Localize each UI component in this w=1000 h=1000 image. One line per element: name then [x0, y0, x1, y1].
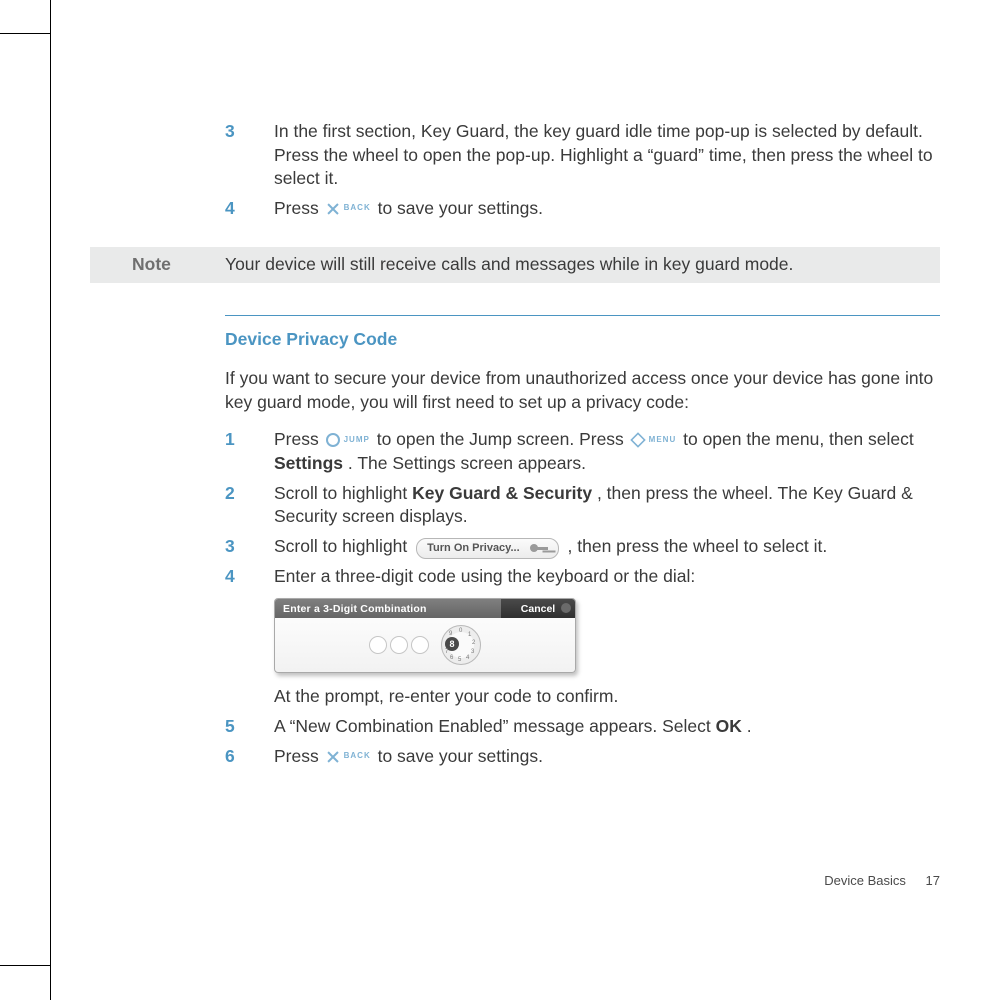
key-guard-security-bold: Key Guard & Security	[412, 483, 592, 503]
code-slot	[390, 636, 408, 654]
step-4-top: 4 Press BACK to save your settings.	[274, 197, 940, 221]
footer-section: Device Basics	[824, 873, 906, 888]
key-icon	[530, 543, 548, 553]
step-text: At the prompt, re-enter your code to con…	[274, 686, 618, 706]
step-1: 1 Press JUMP to open the Jump screen. Pr…	[274, 428, 940, 475]
step-text: A “New Combination Enabled” message appe…	[274, 716, 716, 736]
step-2: 2 Scroll to highlight Key Guard & Securi…	[274, 482, 940, 529]
dialog-title-bar: Enter a 3-Digit Combination Cancel	[275, 599, 575, 618]
step-text: Scroll to highlight	[274, 536, 412, 556]
dial-tick: 7	[445, 648, 448, 656]
back-label: BACK	[344, 751, 371, 762]
step-4: 4 Enter a three-digit code using the key…	[274, 565, 940, 589]
combination-dial: 8 0 1 2 3 4 5 6 7 9	[441, 625, 481, 665]
crop-mark-top	[0, 33, 50, 34]
step-text: .	[747, 716, 752, 736]
code-slot	[369, 636, 387, 654]
menu-label: MENU	[649, 435, 677, 446]
dial-tick: 4	[466, 654, 469, 662]
circle-icon	[326, 433, 340, 447]
settings-bold: Settings	[274, 453, 343, 473]
back-button-icon: BACK	[326, 202, 371, 216]
step-number: 4	[225, 197, 235, 221]
dial-tick: 1	[468, 631, 471, 639]
step-5: 5 A “New Combination Enabled” message ap…	[274, 715, 940, 739]
step-number: 3	[225, 535, 235, 559]
x-icon	[326, 202, 340, 216]
jump-label: JUMP	[344, 435, 370, 446]
section-intro: If you want to secure your device from u…	[225, 367, 940, 414]
combination-dialog: Enter a 3-Digit Combination Cancel 8 0 1…	[274, 598, 576, 673]
step-text: , then press the wheel to select it.	[568, 536, 828, 556]
step-6: 6 Press BACK to save your settings.	[274, 745, 940, 769]
step-number: 1	[225, 428, 235, 452]
diamond-icon	[630, 433, 645, 448]
back-label: BACK	[344, 203, 371, 214]
step-text: Scroll to highlight	[274, 483, 412, 503]
step-text: Enter a three-digit code using the keybo…	[274, 566, 695, 586]
step-text: In the first section, Key Guard, the key…	[274, 121, 933, 188]
page-footer: Device Basics 17	[824, 872, 940, 890]
dial-tick: 3	[471, 648, 474, 656]
code-slot	[411, 636, 429, 654]
dialog-title: Enter a 3-Digit Combination	[275, 599, 501, 618]
step-text: Press	[274, 429, 324, 449]
jump-button-icon: JUMP	[326, 433, 370, 447]
note-text: Your device will still receive calls and…	[225, 253, 940, 277]
back-button-icon: BACK	[326, 750, 371, 764]
step-text: . The Settings screen appears.	[348, 453, 586, 473]
x-icon	[326, 750, 340, 764]
dialog-cancel: Cancel	[501, 599, 575, 618]
crop-mark-bottom	[0, 965, 50, 966]
step-number: 3	[225, 120, 235, 144]
dial-tick: 5	[458, 656, 461, 664]
step-3: 3 Scroll to highlight Turn On Privacy...…	[274, 535, 940, 559]
turn-on-privacy-chip: Turn On Privacy...	[416, 538, 559, 559]
dial-tick: 9	[449, 630, 452, 638]
step-text: Press	[274, 198, 324, 218]
page-body: 3 In the first section, Key Guard, the k…	[90, 120, 940, 774]
note-label: Note	[90, 253, 225, 277]
step-number: 5	[225, 715, 235, 739]
step-number: 6	[225, 745, 235, 769]
step-number: 4	[225, 565, 235, 589]
dial-tick: 6	[450, 654, 453, 662]
step-text: to save your settings.	[378, 746, 543, 766]
section-title: Device Privacy Code	[225, 328, 940, 352]
step-4-after: At the prompt, re-enter your code to con…	[274, 685, 940, 709]
crop-mark-left	[50, 0, 51, 1000]
dial-tick: 2	[472, 639, 475, 647]
chip-label: Turn On Privacy...	[427, 541, 520, 556]
dial-tick: 0	[459, 627, 462, 635]
step-3-top: 3 In the first section, Key Guard, the k…	[274, 120, 940, 191]
step-text: to save your settings.	[378, 198, 543, 218]
step-text: to open the menu, then select	[683, 429, 914, 449]
step-text: Press	[274, 746, 324, 766]
dialog-body: 8 0 1 2 3 4 5 6 7 9	[275, 618, 575, 672]
step-number: 2	[225, 482, 235, 506]
ok-bold: OK	[716, 716, 742, 736]
code-entry-slots	[369, 636, 429, 654]
steps-continued: 3 In the first section, Key Guard, the k…	[225, 120, 940, 221]
section-rule	[225, 315, 940, 316]
note-callout: Note Your device will still receive call…	[90, 247, 940, 283]
footer-page-number: 17	[926, 873, 940, 888]
menu-button-icon: MENU	[631, 433, 677, 447]
step-text: to open the Jump screen. Press	[377, 429, 629, 449]
